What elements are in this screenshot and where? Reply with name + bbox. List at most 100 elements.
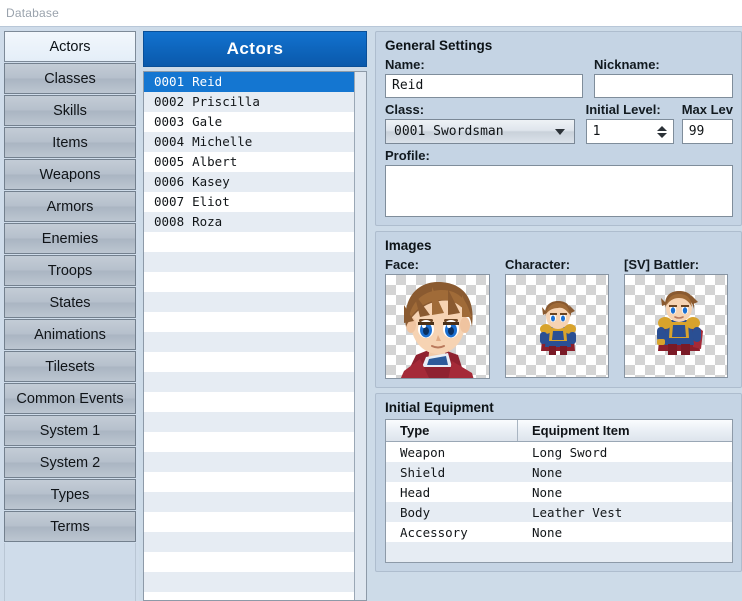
list-item-empty[interactable]	[144, 352, 354, 372]
list-item-empty[interactable]	[144, 392, 354, 412]
sidebar-item-weapons[interactable]: Weapons	[4, 159, 136, 190]
sidebar-item-label: Types	[50, 486, 90, 503]
list-item-id: 0003	[154, 114, 185, 129]
sidebar-item-label: Armors	[46, 198, 94, 215]
actor-list-header: Actors	[143, 31, 367, 67]
sidebar-item-tilesets[interactable]: Tilesets	[4, 351, 136, 382]
list-item-name: Reid	[192, 74, 223, 89]
character-image-button[interactable]	[505, 274, 609, 378]
class-dropdown-value: 0001 Swordsman	[394, 124, 504, 139]
sidebar-item-label: System 1	[39, 422, 101, 439]
general-settings-group: General Settings Name: Reid Nickname: Cl…	[375, 31, 742, 226]
list-item-empty[interactable]	[144, 372, 354, 392]
list-item[interactable]: 0001 Reid	[144, 72, 354, 92]
face-portrait	[400, 281, 474, 378]
list-item[interactable]: 0003 Gale	[144, 112, 354, 132]
caret-down-icon[interactable]	[656, 132, 667, 138]
caret-up-icon[interactable]	[656, 125, 667, 131]
sidebar-item-label: Items	[52, 134, 88, 151]
table-row[interactable]: Shield None	[386, 462, 732, 482]
cell-type: Head	[400, 484, 431, 500]
stepper-arrows[interactable]	[655, 120, 669, 143]
list-item-id: 0007	[154, 194, 185, 209]
list-item-empty[interactable]	[144, 312, 354, 332]
sidebar-item-system-1[interactable]: System 1	[4, 415, 136, 446]
list-item-empty[interactable]	[144, 292, 354, 312]
list-item-name: Kasey	[192, 174, 230, 189]
list-item-name: Michelle	[192, 134, 253, 149]
list-item-empty[interactable]	[144, 412, 354, 432]
sidebar-item-troops[interactable]: Troops	[4, 255, 136, 286]
sidebar-filler	[4, 543, 136, 601]
sidebar-item-common-events[interactable]: Common Events	[4, 383, 136, 414]
list-item[interactable]: 0007 Eliot	[144, 192, 354, 212]
cell-type: Weapon	[400, 444, 446, 460]
cell-item: None	[532, 484, 563, 500]
face-image-button[interactable]	[385, 274, 490, 379]
list-item-id: 0001	[154, 74, 185, 89]
cell-item: Leather Vest	[532, 504, 623, 520]
sidebar-item-armors[interactable]: Armors	[4, 191, 136, 222]
list-item-empty[interactable]	[144, 452, 354, 472]
list-item-empty[interactable]	[144, 272, 354, 292]
list-item-empty[interactable]	[144, 592, 354, 600]
list-item-empty[interactable]	[144, 552, 354, 572]
list-item[interactable]: 0004 Michelle	[144, 132, 354, 152]
list-item-empty[interactable]	[144, 232, 354, 252]
profile-textarea[interactable]	[385, 165, 733, 217]
list-item-name: Eliot	[192, 194, 230, 209]
battler-image-button[interactable]	[624, 274, 728, 378]
actor-list-container: 0001 Reid 0002 Priscilla 0003 Gale 0004 Mich…	[143, 71, 367, 601]
nickname-label: Nickname:	[594, 57, 660, 72]
general-settings-title: General Settings	[385, 38, 493, 53]
cell-item: Long Sword	[532, 444, 608, 460]
list-item-empty[interactable]	[144, 252, 354, 272]
list-item-empty[interactable]	[144, 492, 354, 512]
list-item-empty[interactable]	[144, 432, 354, 452]
list-item-empty[interactable]	[144, 532, 354, 552]
sidebar-item-classes[interactable]: Classes	[4, 63, 136, 94]
sidebar-item-label: Animations	[34, 326, 106, 343]
initial-level-stepper[interactable]: 1	[585, 119, 674, 144]
table-row[interactable]: Weapon Long Sword	[386, 442, 732, 462]
table-row-empty[interactable]	[386, 542, 732, 562]
class-dropdown[interactable]: 0001 Swordsman	[385, 119, 575, 144]
table-row[interactable]: Head None	[386, 482, 732, 502]
cell-item: None	[532, 524, 563, 540]
sidebar-item-items[interactable]: Items	[4, 127, 136, 158]
name-input[interactable]: Reid	[385, 74, 583, 98]
table-row[interactable]: Accessory None	[386, 522, 732, 542]
list-item-empty[interactable]	[144, 472, 354, 492]
actor-list-scrollbar[interactable]	[354, 72, 366, 600]
name-label: Name:	[385, 57, 425, 72]
sidebar-item-animations[interactable]: Animations	[4, 319, 136, 350]
database-window: Actors Classes Skills Items Weapons Armo…	[0, 26, 742, 601]
list-item-empty[interactable]	[144, 572, 354, 592]
character-slot: Character:	[505, 257, 609, 379]
sidebar-item-label: Terms	[50, 518, 90, 535]
sidebar-item-states[interactable]: States	[4, 287, 136, 318]
max-level-value: 99	[688, 124, 705, 139]
profile-label: Profile:	[385, 148, 430, 163]
max-level-stepper[interactable]: 99	[681, 119, 733, 144]
table-row[interactable]: Body Leather Vest	[386, 502, 732, 522]
list-item[interactable]: 0005 Albert	[144, 152, 354, 172]
nickname-input[interactable]	[594, 74, 733, 98]
sidebar-item-terms[interactable]: Terms	[4, 511, 136, 542]
list-item[interactable]: 0006 Kasey	[144, 172, 354, 192]
list-item-name: Gale	[192, 114, 223, 129]
list-item-id: 0008	[154, 214, 185, 229]
sidebar-item-types[interactable]: Types	[4, 479, 136, 510]
sidebar-item-system-2[interactable]: System 2	[4, 447, 136, 478]
list-item-name: Albert	[192, 154, 238, 169]
list-item[interactable]: 0002 Priscilla	[144, 92, 354, 112]
sidebar-item-skills[interactable]: Skills	[4, 95, 136, 126]
character-sprite	[540, 301, 576, 355]
sidebar-item-actors[interactable]: Actors	[4, 31, 136, 62]
sidebar-item-enemies[interactable]: Enemies	[4, 223, 136, 254]
chevron-down-icon	[554, 128, 565, 135]
list-item[interactable]: 0008 Roza	[144, 212, 354, 232]
list-item-empty[interactable]	[144, 512, 354, 532]
list-item-empty[interactable]	[144, 332, 354, 352]
actor-list-panel: Actors 0001 Reid 0002 Priscilla 0003 Gale 0…	[139, 27, 371, 601]
